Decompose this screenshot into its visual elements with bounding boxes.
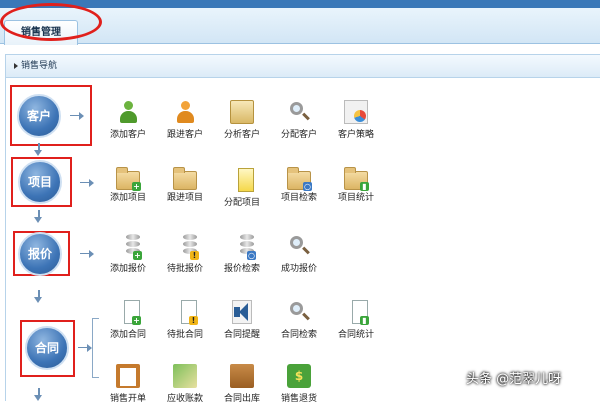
customer-item-assign[interactable]: 分配客户 bbox=[271, 100, 327, 140]
search-quote-icon: ○ bbox=[240, 234, 256, 260]
contract-stats-icon: ▮ bbox=[352, 300, 369, 325]
item-label: 报价检索 bbox=[223, 264, 260, 274]
arrow-right-icon bbox=[70, 112, 84, 120]
follow-customer-icon bbox=[173, 100, 197, 124]
watermark: 头条 @范翠儿呀 bbox=[466, 372, 562, 387]
contract-item-return[interactable]: 销售退货 bbox=[271, 364, 327, 404]
contract-item-search[interactable]: 合同检索 bbox=[271, 300, 327, 340]
contract-item-outbound[interactable]: 合同出库 bbox=[214, 364, 270, 404]
contract-bracket bbox=[92, 318, 99, 378]
contract-item-receivables[interactable]: 应收账款 bbox=[157, 364, 213, 404]
item-label: 成功报价 bbox=[280, 264, 317, 274]
contract-item-sales-order[interactable]: 销售开单 bbox=[100, 364, 156, 404]
pending-quote-icon: ! bbox=[183, 234, 199, 260]
customer-strategy-icon bbox=[344, 100, 368, 124]
search-contract-icon bbox=[287, 300, 311, 324]
top-bar bbox=[0, 0, 600, 8]
follow-project-icon bbox=[173, 167, 197, 190]
contract-item-add[interactable]: + 添加合同 bbox=[100, 300, 156, 340]
successful-quote-icon bbox=[287, 234, 311, 258]
item-label: 添加项目 bbox=[109, 193, 146, 203]
contract-outbound-icon bbox=[230, 364, 254, 388]
item-label: 分配客户 bbox=[280, 130, 317, 140]
quote-item-search[interactable]: ○ 报价检索 bbox=[214, 234, 270, 274]
assign-customer-icon bbox=[287, 100, 311, 124]
contract-reminder-icon bbox=[230, 300, 254, 324]
contract-item-pending[interactable]: ! 待批合同 bbox=[157, 300, 213, 340]
item-label: 跟进项目 bbox=[166, 193, 203, 203]
customer-item-analyze[interactable]: 分析客户 bbox=[214, 100, 270, 140]
item-label: 项目检索 bbox=[280, 193, 317, 203]
quote-item-add[interactable]: + 添加报价 bbox=[100, 234, 156, 274]
arrow-right-icon bbox=[80, 250, 94, 258]
item-label: 分析客户 bbox=[223, 130, 260, 140]
pending-contract-icon: ! bbox=[181, 300, 198, 325]
item-label: 分配项目 bbox=[223, 198, 260, 208]
arrow-right-icon bbox=[78, 344, 92, 352]
arrow-down-icon bbox=[34, 290, 43, 304]
item-label: 添加客户 bbox=[109, 130, 146, 140]
customer-item-follow[interactable]: 跟进客户 bbox=[157, 100, 213, 140]
item-label: 待批合同 bbox=[166, 330, 203, 340]
item-label: 待批报价 bbox=[166, 264, 203, 274]
project-item-stats[interactable]: ▮ 项目统计 bbox=[328, 167, 384, 203]
node-project[interactable]: 项目 bbox=[18, 160, 62, 204]
add-contract-icon: + bbox=[124, 300, 141, 325]
add-quote-icon: + bbox=[126, 234, 142, 260]
receivables-icon bbox=[173, 364, 197, 388]
project-item-follow[interactable]: 跟进项目 bbox=[157, 167, 213, 203]
item-label: 合同出库 bbox=[223, 394, 260, 404]
item-label: 应收账款 bbox=[166, 394, 203, 404]
item-label: 项目统计 bbox=[337, 193, 374, 203]
item-label: 销售退货 bbox=[280, 394, 317, 404]
panel-header[interactable]: 销售导航 bbox=[6, 55, 600, 78]
quote-item-pending[interactable]: ! 待批报价 bbox=[157, 234, 213, 274]
customer-item-add[interactable]: 添加客户 bbox=[100, 100, 156, 140]
arrow-right-icon bbox=[80, 179, 94, 187]
item-label: 合同提醒 bbox=[223, 330, 260, 340]
arrow-down-icon bbox=[34, 143, 43, 157]
assign-project-icon bbox=[238, 168, 254, 192]
item-label: 合同统计 bbox=[337, 330, 374, 340]
add-customer-icon bbox=[116, 100, 140, 124]
item-label: 销售开单 bbox=[109, 394, 146, 404]
add-project-icon: + bbox=[116, 167, 141, 191]
quote-item-success[interactable]: 成功报价 bbox=[271, 234, 327, 274]
panel-title: 销售导航 bbox=[21, 61, 58, 71]
item-label: 添加报价 bbox=[109, 264, 146, 274]
collapse-arrow-icon[interactable] bbox=[14, 62, 18, 69]
node-customer[interactable]: 客户 bbox=[17, 94, 61, 138]
contract-item-stats[interactable]: ▮ 合同统计 bbox=[328, 300, 384, 340]
item-label: 客户策略 bbox=[337, 130, 374, 140]
tab-highlight-ring bbox=[0, 3, 102, 41]
customer-item-strategy[interactable]: 客户策略 bbox=[328, 100, 384, 140]
node-contract[interactable]: 合同 bbox=[25, 326, 69, 370]
sales-order-icon bbox=[116, 364, 140, 388]
contract-item-reminder[interactable]: 合同提醒 bbox=[214, 300, 270, 340]
analyze-customer-icon bbox=[230, 100, 254, 124]
node-quote[interactable]: 报价 bbox=[18, 232, 62, 276]
project-stats-icon: ▮ bbox=[344, 167, 369, 191]
arrow-down-icon bbox=[34, 210, 43, 224]
item-label: 添加合同 bbox=[109, 330, 146, 340]
sales-return-icon bbox=[287, 364, 311, 388]
project-item-add[interactable]: + 添加项目 bbox=[100, 167, 156, 203]
search-project-icon: ○ bbox=[287, 167, 312, 191]
item-label: 合同检索 bbox=[280, 330, 317, 340]
project-item-search[interactable]: ○ 项目检索 bbox=[271, 167, 327, 203]
item-label: 跟进客户 bbox=[166, 130, 203, 140]
project-item-assign[interactable]: 分配项目 bbox=[214, 168, 270, 208]
